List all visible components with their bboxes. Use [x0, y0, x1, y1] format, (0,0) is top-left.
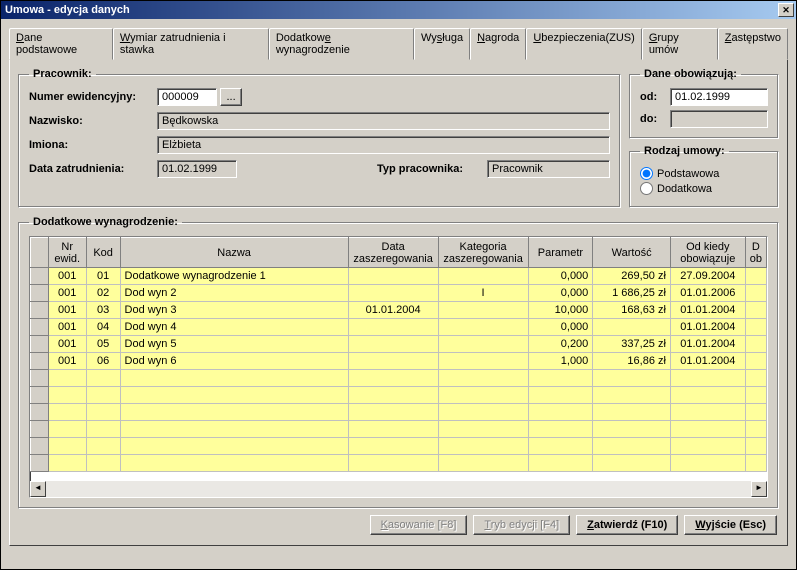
- imiona-field: Elżbieta: [157, 136, 610, 154]
- tab-6[interactable]: Grupy umów: [642, 28, 718, 60]
- od-label: od:: [640, 91, 670, 103]
- window: Umowa - edycja danych ✕ Dane podstawoweW…: [0, 0, 797, 570]
- column-header[interactable]: Kategoriazaszeregowania: [438, 238, 528, 268]
- scroll-track[interactable]: [46, 481, 751, 497]
- table-row[interactable]: [31, 455, 767, 472]
- tab-7[interactable]: Zastępstwo: [718, 28, 788, 60]
- column-header[interactable]: Wartość: [593, 238, 671, 268]
- do-label: do:: [640, 113, 670, 125]
- kasowanie-button[interactable]: Kasowanie [F8]: [370, 515, 468, 535]
- tab-0[interactable]: Dane podstawowe: [9, 28, 113, 60]
- zatwierdz-button[interactable]: Zatwierdź (F10): [576, 515, 678, 535]
- numer-label: Numer ewidencyjny:: [29, 91, 157, 103]
- table-row[interactable]: 00102Dod wyn 2I0,0001 686,25 zł01.01.200…: [31, 285, 767, 302]
- nazwisko-field: Będkowska: [157, 112, 610, 130]
- column-header[interactable]: Nrewid.: [48, 238, 86, 268]
- nazwisko-label: Nazwisko:: [29, 115, 157, 127]
- column-header[interactable]: Od kiedyobowiązuje: [670, 238, 745, 268]
- window-title: Umowa - edycja danych: [3, 4, 778, 16]
- tab-strip: Dane podstawoweWymiar zatrudnienia i sta…: [9, 27, 788, 59]
- scroll-left-button[interactable]: ◄: [30, 481, 46, 497]
- column-header[interactable]: Kod: [86, 238, 120, 268]
- numer-browse-button[interactable]: ...: [220, 88, 242, 106]
- numer-field[interactable]: 000009: [157, 88, 217, 106]
- rodzaj-legend: Rodzaj umowy:: [640, 145, 729, 157]
- grid-legend: Dodatkowe wynagrodzenie:: [29, 216, 182, 228]
- rodzaj-group: Rodzaj umowy: Podstawowa Dodatkowa: [629, 145, 779, 208]
- do-field: [670, 110, 768, 128]
- radio-podstawowa[interactable]: Podstawowa: [640, 167, 768, 180]
- typ-field: Pracownik: [487, 160, 610, 178]
- tab-2[interactable]: Dodatkowe wynagrodzenie: [269, 28, 414, 60]
- grid-hscroll[interactable]: ◄ ►: [30, 481, 767, 497]
- titlebar[interactable]: Umowa - edycja danych ✕: [1, 1, 796, 19]
- dane-obow-legend: Dane obowiązują:: [640, 68, 741, 80]
- column-header[interactable]: [31, 238, 49, 268]
- wyjscie-button[interactable]: Wyjście (Esc): [684, 515, 777, 535]
- grid-table[interactable]: Nrewid.KodNazwaDatazaszeregowaniaKategor…: [30, 237, 767, 472]
- tryb-edycji-button[interactable]: Tryb edycji [F4]: [473, 515, 570, 535]
- radio-dodatkowa[interactable]: Dodatkowa: [640, 182, 768, 195]
- table-row[interactable]: 00106Dod wyn 61,00016,86 zł01.01.2004: [31, 353, 767, 370]
- tab-3[interactable]: Wysługa: [414, 28, 470, 60]
- typ-label: Typ pracownika:: [377, 163, 487, 175]
- client-area: Dane podstawoweWymiar zatrudnienia i sta…: [1, 19, 796, 550]
- column-header[interactable]: Parametr: [528, 238, 593, 268]
- grid-group: Dodatkowe wynagrodzenie: Nrewid.KodNazwa…: [18, 216, 779, 509]
- column-header[interactable]: Nazwa: [120, 238, 348, 268]
- table-row[interactable]: 00101Dodatkowe wynagrodzenie 10,000269,5…: [31, 268, 767, 285]
- footer-buttons: Kasowanie [F8] Tryb edycji [F4] Zatwierd…: [18, 509, 779, 537]
- tab-body: Pracownik: Numer ewidencyjny: 000009 ...…: [9, 59, 788, 546]
- table-row[interactable]: 00105Dod wyn 50,200337,25 zł01.01.2004: [31, 336, 767, 353]
- tab-1[interactable]: Wymiar zatrudnienia i stawka: [113, 28, 269, 60]
- imiona-label: Imiona:: [29, 139, 157, 151]
- close-button[interactable]: ✕: [778, 3, 794, 17]
- table-row[interactable]: 00104Dod wyn 40,00001.01.2004: [31, 319, 767, 336]
- tab-5[interactable]: Ubezpieczenia(ZUS): [526, 28, 642, 60]
- column-header[interactable]: Dob: [745, 238, 766, 268]
- od-field[interactable]: 01.02.1999: [670, 88, 768, 106]
- dane-obow-group: Dane obowiązują: od: 01.02.1999 do:: [629, 68, 779, 139]
- table-row[interactable]: [31, 438, 767, 455]
- table-row[interactable]: [31, 404, 767, 421]
- pracownik-legend: Pracownik:: [29, 68, 96, 80]
- table-row[interactable]: 00103Dod wyn 301.01.200410,000168,63 zł0…: [31, 302, 767, 319]
- table-row[interactable]: [31, 387, 767, 404]
- pracownik-group: Pracownik: Numer ewidencyjny: 000009 ...…: [18, 68, 621, 208]
- grid-table-wrap: Nrewid.KodNazwaDatazaszeregowaniaKategor…: [29, 236, 768, 498]
- tab-4[interactable]: Nagroda: [470, 28, 526, 60]
- column-header[interactable]: Datazaszeregowania: [348, 238, 438, 268]
- data-zatr-label: Data zatrudnienia:: [29, 163, 157, 175]
- table-row[interactable]: [31, 421, 767, 438]
- data-zatr-field: 01.02.1999: [157, 160, 237, 178]
- table-row[interactable]: [31, 370, 767, 387]
- scroll-right-button[interactable]: ►: [751, 481, 767, 497]
